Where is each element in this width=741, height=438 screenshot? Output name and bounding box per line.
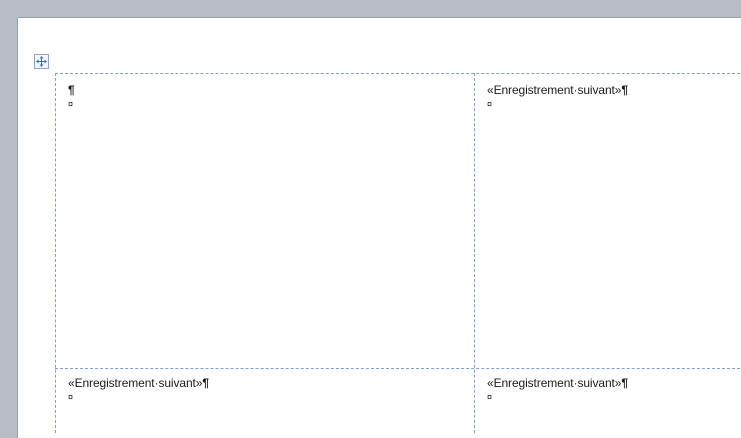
cell-paragraph: «Enregistrement·suivant»¶ xyxy=(68,375,209,391)
cell-paragraph: «Enregistrement·suivant»¶ xyxy=(487,82,628,98)
label-table: ¶ ¤ «Enregistrement·suivant»¶ ¤ «Enregis… xyxy=(55,73,741,433)
cell-paragraph: ¶ xyxy=(68,82,75,98)
table-move-handle[interactable] xyxy=(34,54,49,69)
table-cell[interactable]: «Enregistrement·suivant»¶ ¤ xyxy=(487,82,628,110)
table-gridline-middle xyxy=(55,368,741,369)
cell-end-mark: ¤ xyxy=(68,99,73,109)
cell-end-mark: ¤ xyxy=(487,99,492,109)
cell-end-mark: ¤ xyxy=(68,392,73,402)
pilcrow-mark: ¶ xyxy=(202,376,209,390)
merge-field[interactable]: «Enregistrement·suivant» xyxy=(487,376,621,390)
pilcrow-mark: ¶ xyxy=(621,83,628,97)
four-way-arrow-icon xyxy=(36,56,47,67)
table-cell[interactable]: ¶ ¤ xyxy=(68,82,75,110)
table-gridline-top xyxy=(55,73,741,74)
table-gridline-center xyxy=(474,73,475,433)
merge-field[interactable]: «Enregistrement·suivant» xyxy=(68,376,202,390)
cell-end-mark: ¤ xyxy=(487,392,492,402)
pilcrow-mark: ¶ xyxy=(621,376,628,390)
table-gridline-left xyxy=(55,73,56,433)
merge-field[interactable]: «Enregistrement·suivant» xyxy=(487,83,621,97)
table-cell[interactable]: «Enregistrement·suivant»¶ ¤ xyxy=(68,375,209,403)
table-cell[interactable]: «Enregistrement·suivant»¶ ¤ xyxy=(487,375,628,403)
cell-paragraph: «Enregistrement·suivant»¶ xyxy=(487,375,628,391)
pilcrow-mark: ¶ xyxy=(68,83,75,97)
